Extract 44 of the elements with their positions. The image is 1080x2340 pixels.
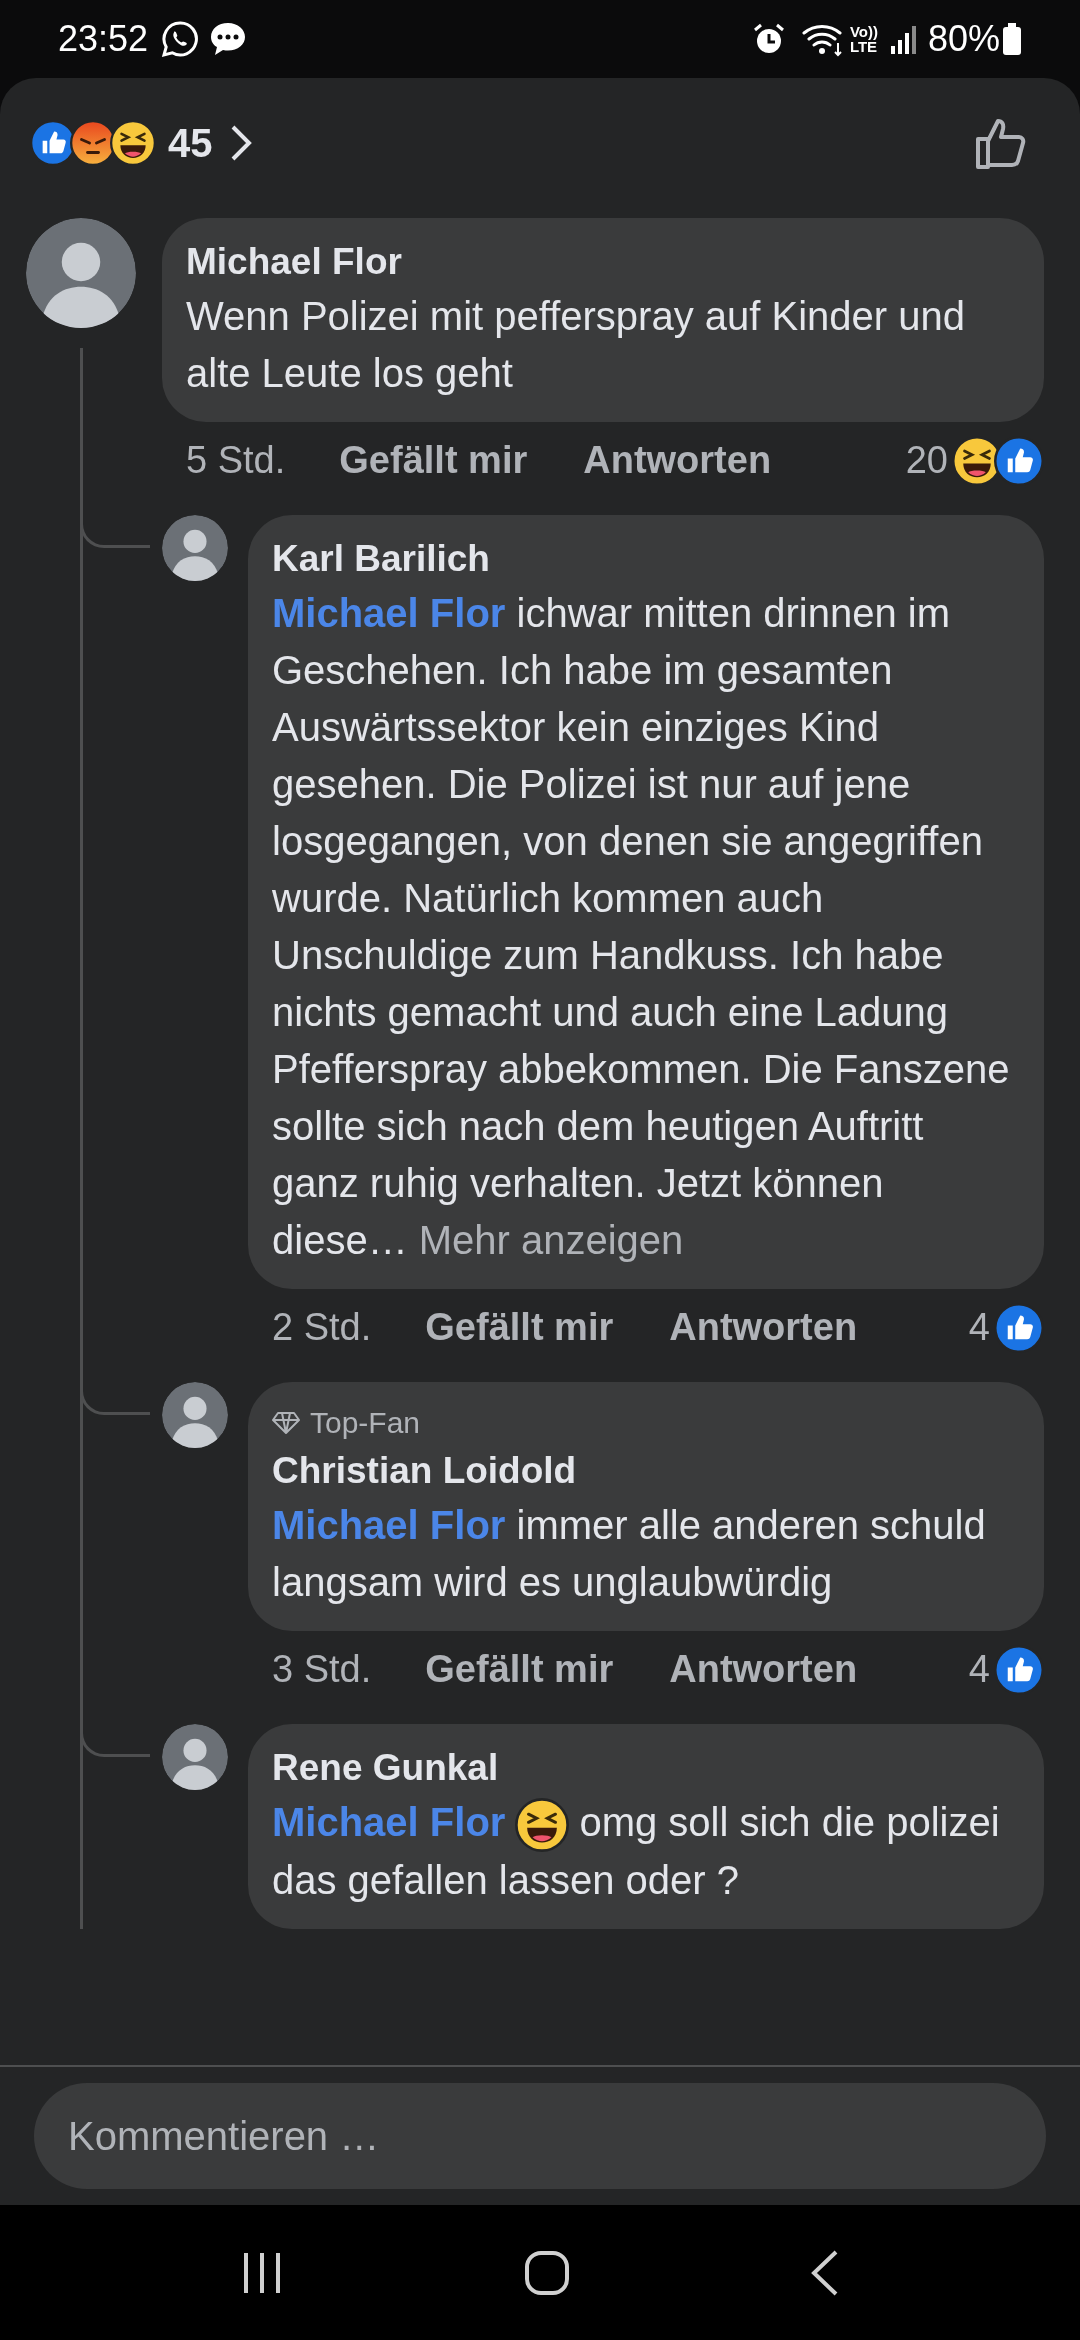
diamond-icon: [272, 1410, 300, 1435]
alarm-icon: [751, 22, 786, 56]
reply-link[interactable]: Antworten: [669, 1641, 858, 1698]
avatar[interactable]: [162, 515, 228, 581]
avatar[interactable]: [162, 1382, 228, 1448]
battery-percent: 80%: [927, 17, 1000, 61]
reaction-count: 4: [968, 1305, 990, 1350]
reaction-count: 20: [905, 438, 948, 483]
laughing-reaction-icon: [515, 1798, 570, 1853]
comment-text: Michael Flor immer alle anderen schuld langsam wird es unglaubwürdig: [272, 1502, 987, 1606]
comment-input[interactable]: Kommentieren …: [34, 2083, 1046, 2189]
author-name[interactable]: Karl Barilich: [272, 533, 1020, 585]
reply-link[interactable]: Antworten: [669, 1299, 858, 1356]
see-more-link[interactable]: Mehr anzeigen: [418, 1218, 684, 1262]
reply-link[interactable]: Antworten: [583, 432, 772, 489]
like-reaction-icon: [994, 1644, 1044, 1695]
laughing-reaction-icon: [110, 120, 156, 166]
like-link[interactable]: Gefällt mir: [425, 1299, 614, 1356]
comment-time: 2 Std.: [272, 1305, 372, 1350]
comment-text: Michael Flor omg soll sich die polizei das gefallen lassen oder ?: [272, 1797, 1001, 1905]
lte-label: LTE: [849, 39, 878, 54]
reaction-count: 4: [968, 1647, 990, 1692]
back-icon[interactable]: [810, 2248, 840, 2297]
author-name[interactable]: Christian Loidold: [272, 1445, 1020, 1497]
reaction-total[interactable]: 45: [168, 113, 213, 173]
top-fan-label: Top-Fan: [310, 1405, 421, 1441]
comment-text: Wenn Polizei mit pefferspray auf Kinder und alte Leute los geht: [186, 293, 966, 397]
author-name[interactable]: Rene Gunkal: [272, 1742, 1020, 1794]
comment-time: 3 Std.: [272, 1647, 372, 1692]
like-link[interactable]: Gefällt mir: [339, 432, 528, 489]
like-reaction-icon: [994, 435, 1044, 486]
like-reaction-icon: [994, 1302, 1044, 1353]
author-name[interactable]: Michael Flor: [186, 236, 1020, 288]
avatar[interactable]: [162, 1724, 228, 1790]
like-link[interactable]: Gefällt mir: [425, 1641, 614, 1698]
whatsapp-icon: [160, 19, 201, 59]
comment-time: 5 Std.: [186, 438, 286, 483]
signal-icon: [889, 24, 918, 54]
volte-label: Vo)): [849, 24, 878, 39]
avatar[interactable]: [26, 218, 136, 328]
home-icon[interactable]: [524, 2249, 570, 2296]
status-time: 23:52: [58, 17, 149, 61]
comment-text: Michael Flor ichwar mitten drinnen im Geschehen. Ich habe im gesamten Auswärtssektor kein einziges Kind gesehen. Die Polizei ist nur auf jene losgegangen, von denen sie angegriffen wurde. Natürlich kommen auch Unschuldige zum Handkuss. Ich habe nichts gemacht und auch eine Ladung Pfefferspray abbekommen. Die Fanszene sollte sich nach dem heutigen Auftritt ganz ruhig verhalten. Jetzt können diese… Mehr anzeigen: [272, 590, 1011, 1264]
battery-icon: [1002, 23, 1022, 55]
